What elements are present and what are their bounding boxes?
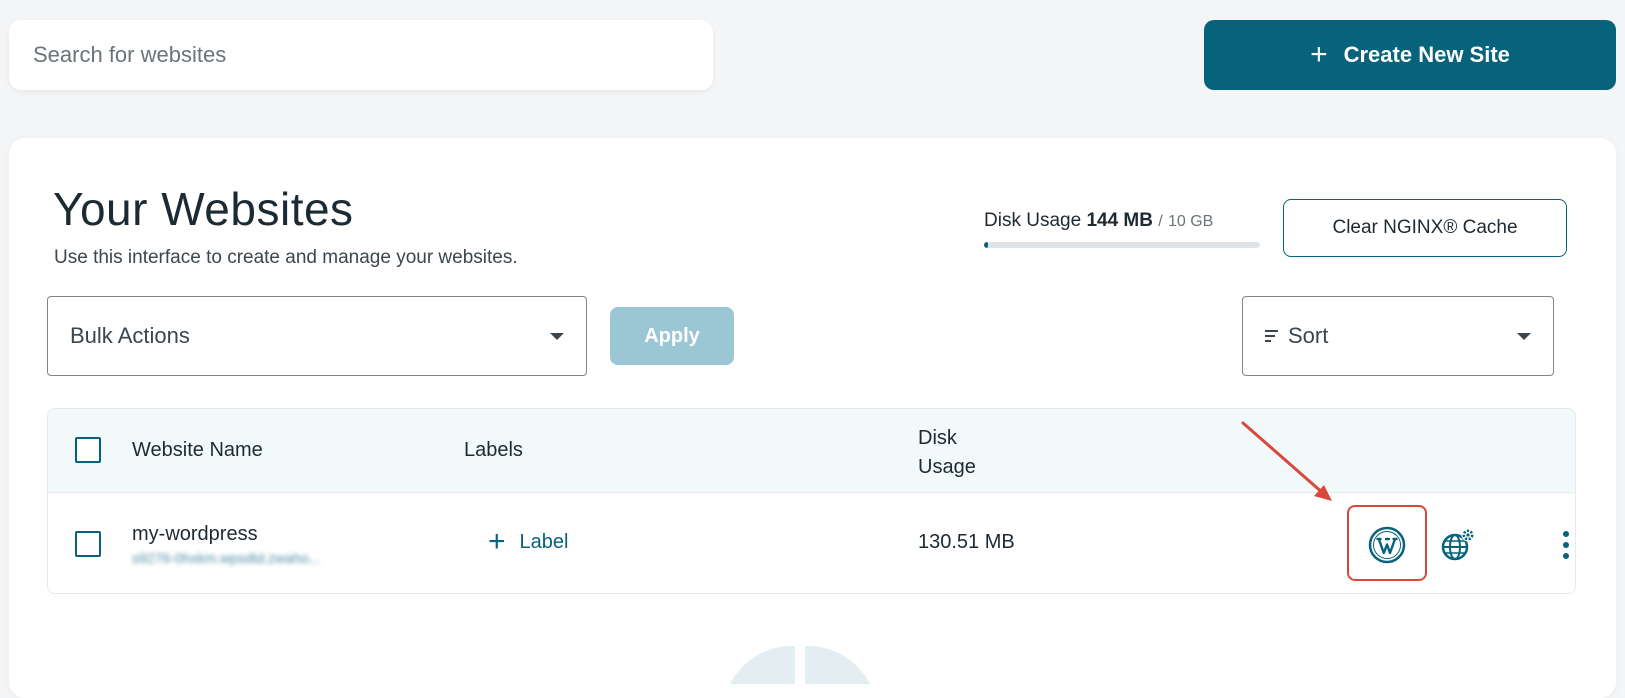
apply-button[interactable]: Apply bbox=[610, 307, 734, 365]
row-checkbox[interactable] bbox=[75, 531, 101, 557]
sort-icon bbox=[1265, 330, 1278, 342]
disk-usage-bar-fill bbox=[984, 242, 988, 248]
create-new-site-label: Create New Site bbox=[1343, 42, 1510, 67]
column-header-labels: Labels bbox=[464, 439, 523, 461]
websites-table: Website Name Labels Disk Usage my-wordpr… bbox=[47, 408, 1576, 594]
sort-value: Sort bbox=[1288, 323, 1329, 348]
disk-usage-total: 10 GB bbox=[1167, 213, 1214, 230]
site-name[interactable]: my-wordpress bbox=[132, 523, 258, 546]
table-header: Website Name Labels Disk Usage bbox=[48, 409, 1575, 493]
caret-down-icon bbox=[1517, 332, 1531, 340]
caret-down-icon bbox=[550, 332, 564, 340]
disk-usage-used: 144 MB bbox=[1086, 210, 1153, 231]
annotation-arrow-icon bbox=[1241, 421, 1332, 501]
page-title: Your Websites bbox=[53, 183, 354, 235]
wordpress-icon[interactable] bbox=[1368, 526, 1406, 569]
disk-usage-summary: Disk Usage 144 MB / 10 GB bbox=[984, 210, 1264, 232]
plus-icon: + bbox=[1310, 38, 1328, 71]
empty-state-illustration bbox=[730, 645, 870, 684]
disk-header-line2: Usage bbox=[918, 456, 976, 478]
more-vertical-icon[interactable] bbox=[1563, 531, 1569, 559]
globe-gear-icon[interactable] bbox=[1440, 527, 1476, 568]
column-header-website-name: Website Name bbox=[132, 439, 263, 461]
sort-select[interactable]: Sort bbox=[1242, 296, 1554, 376]
bulk-actions-select[interactable]: Bulk Actions bbox=[47, 296, 587, 376]
page-subtitle: Use this interface to create and manage … bbox=[54, 247, 518, 268]
search-bar[interactable] bbox=[9, 20, 713, 90]
disk-usage-bar bbox=[984, 242, 1260, 248]
site-url[interactable]: s9276-0hxkm.wpsdtd.zwaho... bbox=[132, 550, 412, 566]
plus-icon: + bbox=[488, 525, 506, 558]
disk-usage-separator: / bbox=[1158, 213, 1163, 230]
websites-panel: Your Websites Use this interface to crea… bbox=[9, 138, 1616, 698]
add-label-button[interactable]: + Label bbox=[488, 527, 568, 557]
disk-usage-label: Disk Usage bbox=[984, 210, 1082, 231]
table-row: my-wordpress s9276-0hxkm.wpsdtd.zwaho...… bbox=[48, 493, 1575, 593]
disk-header-line1: Disk bbox=[918, 427, 957, 449]
clear-nginx-cache-button[interactable]: Clear NGINX® Cache bbox=[1283, 199, 1567, 257]
column-header-disk-usage: Disk Usage bbox=[918, 424, 976, 482]
search-input[interactable] bbox=[33, 42, 713, 68]
bulk-actions-value: Bulk Actions bbox=[70, 323, 190, 348]
add-label-text: Label bbox=[519, 530, 569, 553]
select-all-checkbox[interactable] bbox=[75, 437, 101, 463]
create-new-site-button[interactable]: + Create New Site bbox=[1204, 20, 1616, 90]
site-disk-usage: 130.51 MB bbox=[918, 531, 1015, 553]
